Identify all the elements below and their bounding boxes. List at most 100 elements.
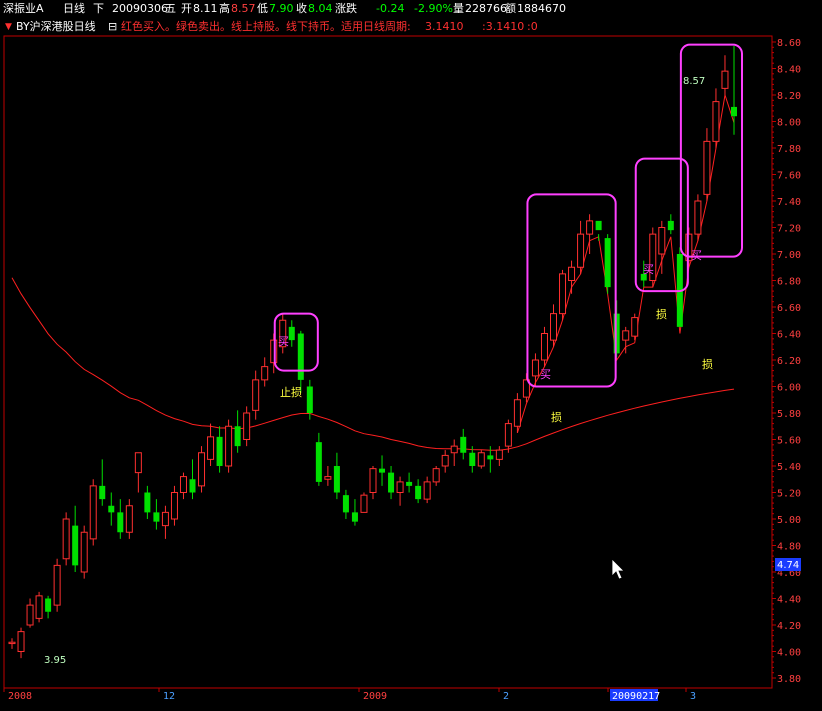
loss-marker: 损 xyxy=(551,410,562,424)
candle-down xyxy=(153,512,160,522)
x-axis-label: 20090217 xyxy=(612,691,660,702)
candle-up xyxy=(658,227,666,255)
y-tick-label: 6.60 xyxy=(777,303,801,314)
long-ma-line xyxy=(11,277,735,451)
y-tick-label: 7.40 xyxy=(777,197,801,208)
candle-down xyxy=(351,512,358,522)
candle-down xyxy=(306,386,313,413)
candle-down xyxy=(613,313,620,354)
y-tick-label: 4.20 xyxy=(777,621,801,632)
candle-down xyxy=(117,512,124,533)
signal-markers: 买 止损 买 损 买 损 买 损 8.57 3.95 xyxy=(44,76,713,666)
candle-up xyxy=(721,70,729,89)
y-tick-label: 6.20 xyxy=(777,356,801,367)
buy-marker: 买 xyxy=(643,263,654,276)
y-tick-label: 8.60 xyxy=(777,38,801,49)
loss-marker: 损 xyxy=(702,357,713,371)
candle-up xyxy=(504,423,512,447)
cursor-price-tag: 4.74 xyxy=(775,558,801,571)
candle-down xyxy=(45,598,52,612)
x-axis-label: 12 xyxy=(163,691,175,702)
y-tick-label: 6.80 xyxy=(777,277,801,288)
candle-up xyxy=(550,313,557,341)
candle-up xyxy=(8,641,16,645)
candle-up xyxy=(62,518,70,560)
candle-up xyxy=(26,604,34,626)
candle-up xyxy=(125,505,133,533)
candle-up xyxy=(568,266,576,281)
y-tick-label: 8.40 xyxy=(777,65,801,76)
y-tick-label: 7.20 xyxy=(777,224,801,235)
candle-down xyxy=(388,472,395,493)
candle-up xyxy=(586,220,594,235)
candle-down xyxy=(469,452,476,466)
candle-down xyxy=(415,485,422,500)
loss-marker: 损 xyxy=(656,307,667,321)
candle-up xyxy=(35,595,43,619)
candle-down xyxy=(315,442,322,482)
y-tick-label: 7.80 xyxy=(777,144,801,155)
candle-up xyxy=(495,449,503,460)
candle-up xyxy=(423,481,431,500)
candle-down xyxy=(333,466,340,493)
y-tick-label: 5.60 xyxy=(777,436,801,447)
y-tick-label: 5.80 xyxy=(777,409,801,420)
candle-down xyxy=(288,326,295,341)
candle-up xyxy=(207,436,215,460)
candle-up xyxy=(694,200,702,235)
candle-up xyxy=(134,452,142,474)
candle-down xyxy=(667,220,674,231)
y-tick-label: 4.00 xyxy=(777,648,801,659)
candle-up xyxy=(432,468,440,483)
candle-up xyxy=(161,511,169,527)
candle-down xyxy=(460,436,467,453)
mouse-pointer-icon xyxy=(611,558,625,580)
signal-boxes xyxy=(273,43,743,388)
y-tick-label: 7.00 xyxy=(777,250,801,261)
candle-up xyxy=(369,468,377,493)
candle-down xyxy=(297,333,304,380)
candle-down xyxy=(406,481,413,486)
candle-down xyxy=(342,495,349,513)
candle-up xyxy=(270,339,278,364)
stop-loss-marker: 止损 xyxy=(280,385,302,399)
trailing-stop-line xyxy=(516,94,735,434)
y-tick-label: 5.20 xyxy=(777,489,801,500)
plot-border xyxy=(3,35,773,689)
candle-down xyxy=(487,455,494,460)
y-tick-label: 8.00 xyxy=(777,118,801,129)
y-tick-label: 6.40 xyxy=(777,330,801,341)
candle-up xyxy=(53,564,61,606)
candle-up xyxy=(360,494,368,513)
candle-down xyxy=(144,492,151,513)
candle-up xyxy=(80,531,88,573)
candle-up xyxy=(225,425,233,467)
candle-down xyxy=(189,479,196,493)
y-tick-label: 3.80 xyxy=(777,674,801,685)
y-tick-label: 4.80 xyxy=(777,542,801,553)
x-axis-label: 3 xyxy=(690,691,696,702)
candle-up xyxy=(396,481,404,493)
candle-up xyxy=(243,412,251,440)
buy-marker: 买 xyxy=(540,368,551,381)
candle-down xyxy=(234,426,241,447)
x-axis-label: 2009 xyxy=(363,691,387,702)
candle-up xyxy=(89,485,97,540)
candlestick-chart[interactable]: 8.60 8.40 8.20 8.00 7.80 7.60 7.40 7.20 7.00 6.80… xyxy=(0,0,822,711)
candle-down xyxy=(108,505,115,513)
x-axis-label: 2 xyxy=(503,691,509,702)
candle-up xyxy=(441,454,449,467)
candle-up xyxy=(252,379,260,411)
chart-frame xyxy=(3,35,773,689)
y-tick-label: 7.60 xyxy=(777,171,801,182)
candle-down xyxy=(99,485,106,500)
candle-up xyxy=(540,333,548,361)
candles xyxy=(8,45,737,659)
candle-down xyxy=(216,436,223,466)
candle-up xyxy=(703,140,711,195)
candle-up xyxy=(450,445,458,454)
cursor-price-value: 4.74 xyxy=(777,560,799,571)
candle-up xyxy=(17,631,25,652)
candle-up xyxy=(324,476,332,480)
candle-up xyxy=(513,399,521,427)
